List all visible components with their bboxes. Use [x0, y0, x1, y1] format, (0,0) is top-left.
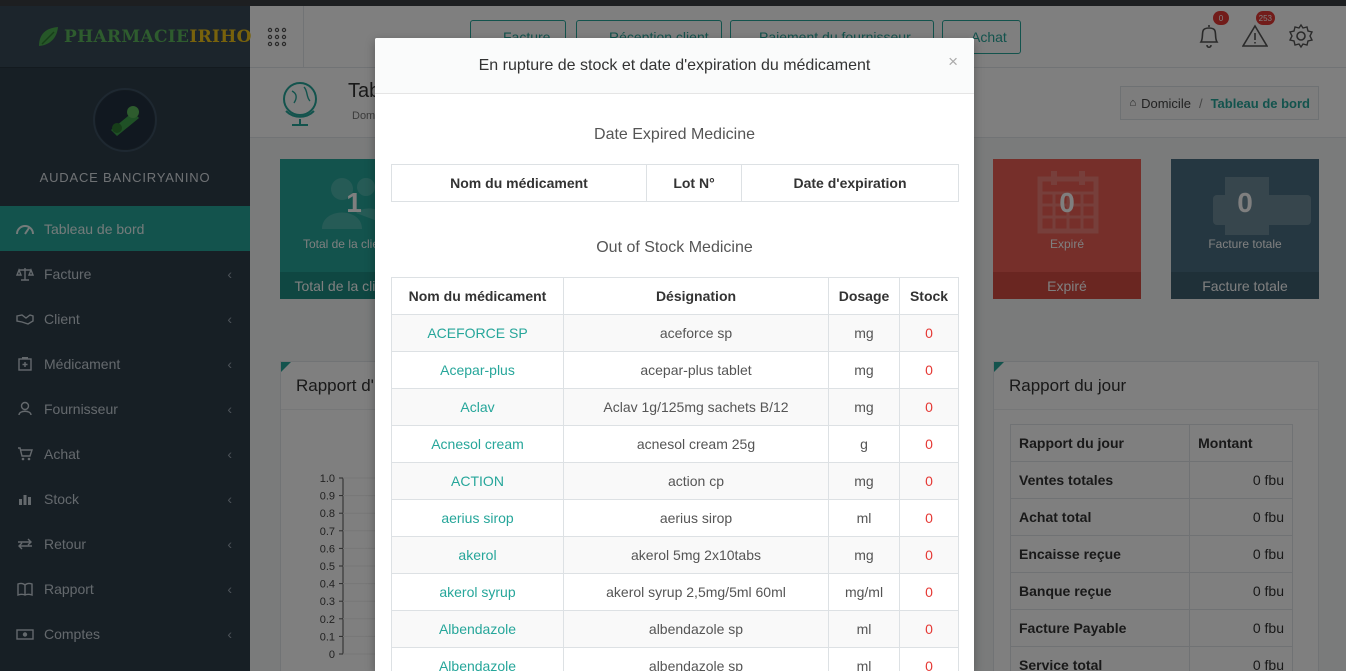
out-of-stock-table: Nom du médicament Désignation Dosage Sto… [391, 277, 959, 671]
column-header: Lot N° [646, 164, 742, 202]
table-row: akerol akerol 5mg 2x10tabs mg 0 [391, 536, 959, 574]
table-row: Aclav Aclav 1g/125mg sachets B/12 mg 0 [391, 388, 959, 426]
column-header: Dosage [828, 277, 900, 315]
expired-medicine-table: Nom du médicament Lot N° Date d'expirati… [391, 164, 959, 202]
table-row: Albendazole albendazole sp ml 0 [391, 610, 959, 648]
table-row: ACEFORCE SP aceforce sp mg 0 [391, 314, 959, 352]
table-row: Acepar-plus acepar-plus tablet mg 0 [391, 351, 959, 389]
table-row: ACTION action cp mg 0 [391, 462, 959, 500]
close-icon[interactable]: × [948, 52, 958, 72]
column-header: Date d'expiration [741, 164, 959, 202]
column-header: Stock [899, 277, 959, 315]
table-header-row: Nom du médicament Désignation Dosage Sto… [391, 277, 959, 315]
table-header-row: Nom du médicament Lot N° Date d'expirati… [391, 164, 959, 202]
table-row: aerius sirop aerius sirop ml 0 [391, 499, 959, 537]
table-row: akerol syrup akerol syrup 2,5mg/5ml 60ml m… [391, 573, 959, 611]
modal-title: En rupture de stock et date d'expiration… [478, 56, 871, 74]
stock-expiry-modal: En rupture de stock et date d'expiration… [375, 38, 974, 671]
expired-section-title: Date Expired Medicine [594, 126, 755, 143]
column-header: Désignation [563, 277, 829, 315]
column-header: Nom du médicament [391, 164, 647, 202]
out-of-stock-section-title: Out of Stock Medicine [596, 239, 753, 256]
column-header: Nom du médicament [391, 277, 564, 315]
table-row: Acnesol cream acnesol cream 25g g 0 [391, 425, 959, 463]
table-row: Albendazole albendazole sp ml 0 [391, 647, 959, 671]
modal-header: En rupture de stock et date d'expiration… [375, 38, 974, 94]
